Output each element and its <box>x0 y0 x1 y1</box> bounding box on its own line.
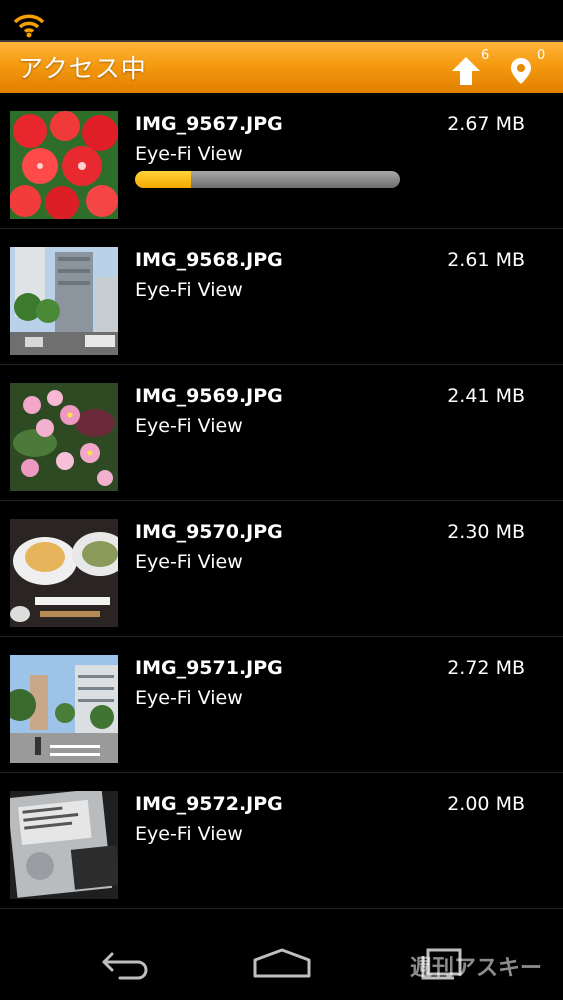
list-item[interactable]: IMG_9571.JPG 2.72 MB Eye-Fi View <box>0 637 563 773</box>
upload-progress-bar <box>135 171 400 188</box>
file-name: IMG_9571.JPG <box>135 657 283 679</box>
file-list: IMG_9567.JPG 2.67 MB Eye-Fi View IMG_956… <box>0 93 563 909</box>
upload-progress-fill <box>135 171 191 188</box>
file-subtitle: Eye-Fi View <box>135 279 243 301</box>
file-subtitle: Eye-Fi View <box>135 823 243 845</box>
file-subtitle: Eye-Fi View <box>135 551 243 573</box>
location-pin-icon[interactable] <box>510 57 532 85</box>
file-size: 2.67 MB <box>447 113 525 135</box>
list-item[interactable]: IMG_9570.JPG 2.30 MB Eye-Fi View <box>0 501 563 637</box>
file-name: IMG_9572.JPG <box>135 793 283 815</box>
file-size: 2.61 MB <box>447 249 525 271</box>
file-name: IMG_9569.JPG <box>135 385 283 407</box>
page-title: アクセス中 <box>18 54 147 83</box>
file-name: IMG_9567.JPG <box>135 113 283 135</box>
back-icon[interactable] <box>98 946 152 980</box>
food-dishes-photo <box>10 519 118 627</box>
list-item[interactable]: IMG_9569.JPG 2.41 MB Eye-Fi View <box>0 365 563 501</box>
list-item[interactable]: IMG_9568.JPG 2.61 MB Eye-Fi View <box>0 229 563 365</box>
list-item[interactable]: IMG_9567.JPG 2.67 MB Eye-Fi View <box>0 93 563 229</box>
city-buildings-photo <box>10 247 118 355</box>
status-bar <box>0 0 563 40</box>
wifi-icon <box>13 14 45 38</box>
watermark-text: 週刊アスキー <box>410 956 543 981</box>
pink-flowers-photo <box>10 383 118 491</box>
file-size: 2.72 MB <box>447 657 525 679</box>
list-item[interactable]: IMG_9572.JPG 2.00 MB Eye-Fi View <box>0 773 563 909</box>
file-name: IMG_9568.JPG <box>135 249 283 271</box>
location-count-badge: 0 <box>537 48 546 63</box>
upload-count-badge: 6 <box>481 48 490 63</box>
file-subtitle: Eye-Fi View <box>135 143 243 165</box>
file-subtitle: Eye-Fi View <box>135 687 243 709</box>
file-size: 2.30 MB <box>447 521 525 543</box>
street-view-photo <box>10 655 118 763</box>
upload-arrow-icon[interactable] <box>450 55 482 87</box>
home-icon[interactable] <box>252 946 312 980</box>
file-name: IMG_9570.JPG <box>135 521 283 543</box>
red-flowers-photo <box>10 111 118 219</box>
file-subtitle: Eye-Fi View <box>135 415 243 437</box>
file-size: 2.41 MB <box>447 385 525 407</box>
file-size: 2.00 MB <box>447 793 525 815</box>
hard-drive-photo <box>10 791 118 899</box>
action-bar: アクセス中 6 0 <box>0 40 563 93</box>
